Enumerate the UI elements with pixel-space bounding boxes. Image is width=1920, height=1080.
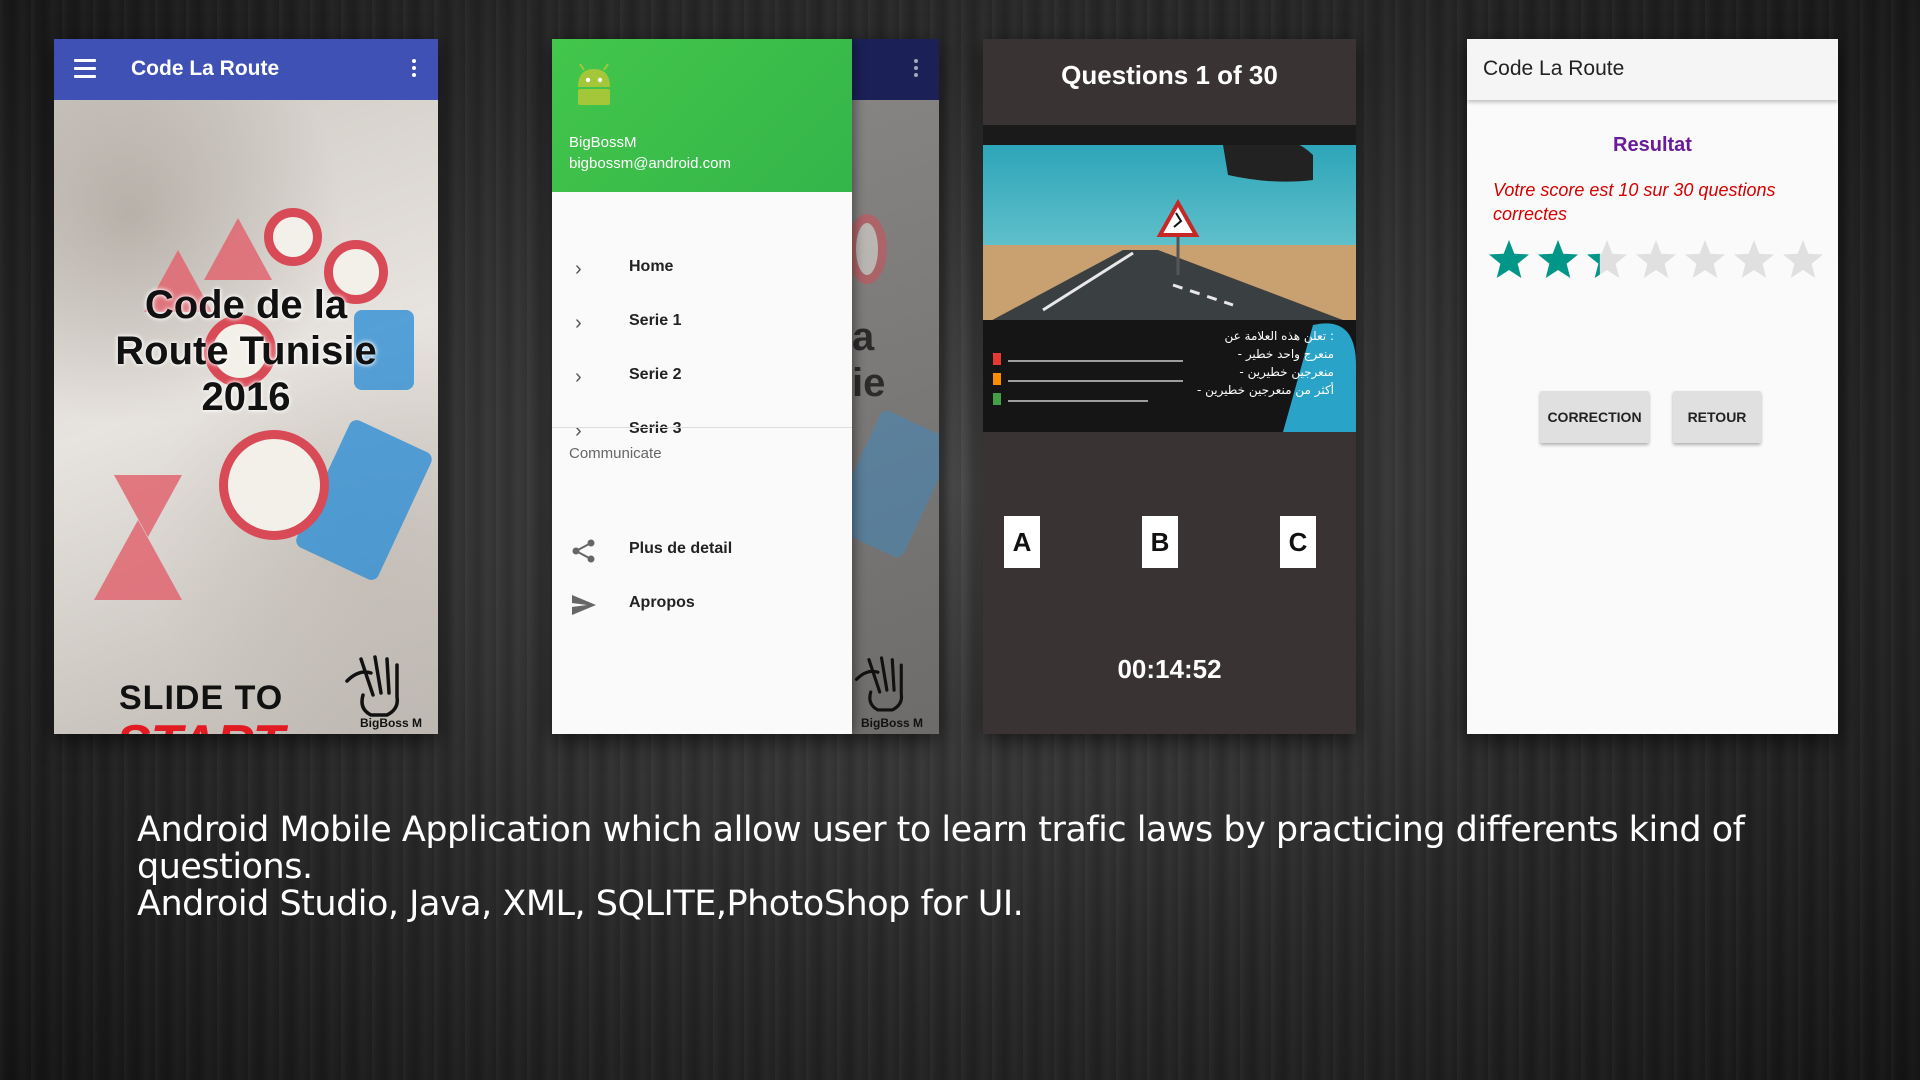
drawer-item-label: Serie 3 xyxy=(629,420,682,437)
answer-a-button[interactable]: A xyxy=(1004,516,1040,568)
drawer-item-serie-2[interactable]: › Serie 2 xyxy=(552,349,852,403)
photo-caption-line: - أكثر من منعرجين خطيرين xyxy=(1196,383,1334,397)
drawer-item-serie-3[interactable]: › Serie 3 xyxy=(552,403,852,442)
star-icon[interactable] xyxy=(1538,240,1578,278)
question-photo: تعلن هذه العلامة عن : - منعرج واحد خطير … xyxy=(983,125,1356,432)
photo-caption-line: تعلن هذه العلامة عن : xyxy=(1224,329,1334,343)
background-title-fragment: a ie xyxy=(852,315,886,405)
hamburger-menu-icon[interactable] xyxy=(74,59,96,79)
android-avatar-icon xyxy=(578,63,610,105)
roadworks-sign-icon xyxy=(94,520,182,600)
drawer-item-label: Plus de detail xyxy=(629,540,733,557)
overflow-menu-icon xyxy=(914,59,918,80)
drawer-item-serie-1[interactable]: › Serie 1 xyxy=(552,295,852,349)
star-icon[interactable] xyxy=(1734,240,1774,278)
chevron-right-icon: › xyxy=(575,366,582,388)
app-title: Code La Route xyxy=(1483,57,1625,80)
swipe-hand-icon xyxy=(854,656,904,712)
share-icon xyxy=(572,539,595,563)
photo-caption-line: - منعرجين خطيرين xyxy=(1239,365,1334,379)
retour-button[interactable]: RETOUR xyxy=(1673,391,1761,443)
drawer-screen: a ie BigBoss M BigBossM bigbossm@android… xyxy=(552,39,939,734)
drawer-item-apropos[interactable]: Apropos xyxy=(552,577,852,631)
drawer-item-label: Home xyxy=(629,258,674,275)
correction-button[interactable]: CORRECTION xyxy=(1540,391,1649,443)
star-icon[interactable] xyxy=(1489,240,1529,278)
rating-bar[interactable] xyxy=(1487,235,1832,287)
project-description: Android Mobile Application which allow u… xyxy=(137,812,1897,923)
drawer-divider xyxy=(552,427,852,428)
signature: BigBoss M xyxy=(359,716,422,730)
star-icon[interactable] xyxy=(1636,240,1676,278)
drawer-item-label: Serie 1 xyxy=(629,312,682,329)
slide-to-text: SLIDE TO xyxy=(119,679,284,717)
chevron-right-icon: › xyxy=(575,312,582,334)
overflow-menu-icon[interactable] xyxy=(412,59,416,80)
score-text: Votre score est 10 sur 30 questions corr… xyxy=(1493,180,1776,224)
faded-sign-icon xyxy=(847,214,887,284)
section-header-communicate: Communicate xyxy=(569,445,662,462)
star-icon[interactable] xyxy=(1587,240,1627,278)
star-icon[interactable] xyxy=(1685,240,1725,278)
photo-caption: تعلن هذه العلامة عن : - منعرج واحد خطير … xyxy=(1197,327,1334,399)
description-line: Android Studio, Java, XML, SQLITE,PhotoS… xyxy=(137,884,1024,924)
drawer-item-home[interactable]: › Home xyxy=(552,241,852,295)
navigation-drawer: BigBossM bigbossm@android.com › Home › S… xyxy=(552,39,852,734)
signature: BigBoss M xyxy=(861,716,924,730)
drawer-item-label: Serie 2 xyxy=(629,366,682,383)
speed-sign-icon xyxy=(264,208,322,266)
splash-screen: Code La Route Code de la Route Tunisie 2… xyxy=(54,39,438,734)
app-bar: Code La Route xyxy=(54,39,438,100)
drawer-item-plus-de-detail[interactable]: Plus de detail xyxy=(552,523,852,577)
question-title: Questions 1 of 30 xyxy=(1061,60,1278,90)
photo-caption-line: - منعرج واحد خطير xyxy=(1237,347,1334,361)
app-bar: Code La Route xyxy=(1467,39,1838,100)
description-line: Android Mobile Application which allow u… xyxy=(137,810,1745,887)
pedestrian-sign-icon xyxy=(204,218,272,280)
answer-c-button[interactable]: C xyxy=(1280,516,1316,568)
user-name: BigBossM xyxy=(569,134,637,151)
round-sign-icon xyxy=(219,430,329,540)
user-email: bigbossm@android.com xyxy=(569,155,731,172)
drawer-item-label: Apropos xyxy=(629,594,695,611)
splash-title: Code de la Route Tunisie 2016 xyxy=(115,283,377,419)
swipe-hand-icon xyxy=(345,655,400,717)
answer-b-button[interactable]: B xyxy=(1142,516,1178,568)
question-screen: Questions 1 of 30 تعلن هذه العلامة عن: … xyxy=(983,39,1356,734)
result-title: Resultat xyxy=(1613,134,1692,156)
send-icon xyxy=(572,595,596,615)
app-title: Code La Route xyxy=(131,57,280,80)
countdown-timer: 00:14:52 xyxy=(1117,654,1222,684)
drawer-header: BigBossM bigbossm@android.com xyxy=(552,39,852,192)
chevron-right-icon: › xyxy=(575,420,582,442)
start-text: START. xyxy=(116,714,295,734)
result-screen: Code La Route Resultat Votre score est 1… xyxy=(1467,39,1838,734)
star-icon[interactable] xyxy=(1783,240,1823,278)
chevron-right-icon: › xyxy=(575,258,582,280)
